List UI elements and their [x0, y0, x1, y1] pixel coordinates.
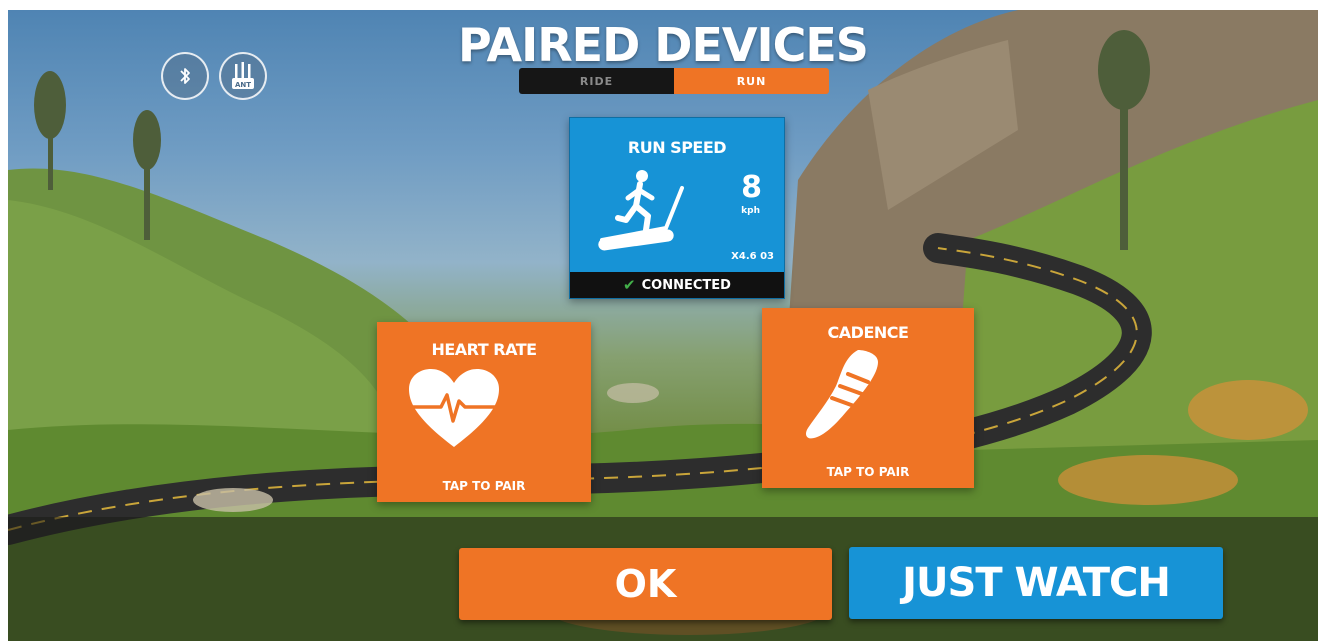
- connected-status-bar: ✔ CONNECTED: [570, 272, 784, 298]
- cadence-title: CADENCE: [827, 323, 909, 342]
- device-id: X4.6 03: [731, 251, 774, 262]
- run-speed-unit: kph: [741, 206, 760, 216]
- run-speed-tile[interactable]: RUN SPEED 8 kph X4.6 03 ✔ CONNECTED: [569, 117, 785, 299]
- sport-tabs: RIDE RUN: [519, 68, 829, 94]
- checkmark-icon: ✔: [623, 276, 636, 294]
- heart-rate-title: HEART RATE: [431, 340, 537, 359]
- tab-run[interactable]: RUN: [674, 68, 829, 94]
- ant-plus-icon[interactable]: ANT: [219, 52, 267, 100]
- just-watch-button[interactable]: JUST WATCH: [849, 547, 1223, 619]
- heart-rate-icon: [409, 369, 499, 447]
- heart-rate-tile[interactable]: HEART RATE TAP TO PAIR: [377, 322, 591, 502]
- treadmill-runner-icon: [598, 170, 684, 251]
- cadence-tap-to-pair: TAP TO PAIR: [826, 465, 910, 479]
- ant-label: ANT: [235, 81, 251, 89]
- ant-glyph: ANT: [232, 62, 254, 89]
- run-speed-value: 8: [741, 170, 762, 205]
- game-scene-background: PAIRED DEVICES RIDE RUN ANT RUN SPEED 8: [8, 10, 1318, 641]
- shoe-icon: [806, 350, 878, 439]
- bluetooth-icon[interactable]: [161, 52, 209, 100]
- tab-ride[interactable]: RIDE: [519, 68, 674, 94]
- heart-rate-tap-to-pair: TAP TO PAIR: [442, 479, 526, 493]
- ok-button[interactable]: OK: [459, 548, 832, 620]
- bluetooth-glyph: [180, 68, 190, 84]
- cadence-tile[interactable]: CADENCE TAP TO PAIR: [762, 308, 974, 488]
- run-speed-title: RUN SPEED: [627, 138, 727, 157]
- connected-status-text: CONNECTED: [641, 277, 731, 293]
